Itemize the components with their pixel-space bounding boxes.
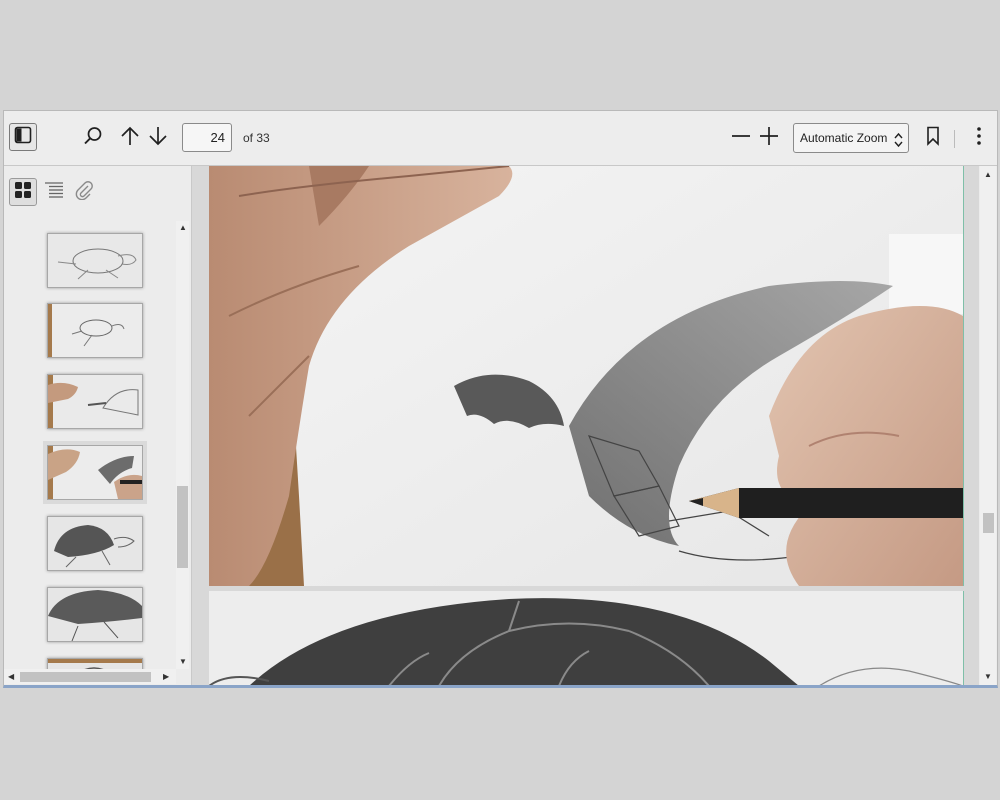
zoom-in-button[interactable] [754, 123, 784, 153]
page-image-flipper-drawing [209, 166, 963, 586]
sidebar-hscroll-thumb[interactable] [20, 672, 151, 682]
arrow-down-icon [148, 125, 168, 152]
scroll-up-arrow-icon[interactable]: ▲ [179, 223, 187, 232]
main-scroll-up-arrow-icon[interactable]: ▲ [984, 170, 992, 179]
thumbnail-page-23[interactable] [43, 441, 147, 504]
document-viewer [192, 166, 979, 685]
sidebar-toggle-button[interactable] [9, 123, 37, 151]
bookmark-icon [926, 126, 940, 151]
thumbnail-page-20[interactable] [47, 233, 143, 288]
sidebar-scroll-thumb[interactable] [177, 486, 188, 568]
thumbnails-icon [14, 181, 32, 204]
page-count-label: of 33 [243, 131, 270, 145]
arrow-up-icon [120, 125, 140, 152]
main-scroll-down-arrow-icon[interactable]: ▼ [984, 672, 992, 681]
toolbar: 24 of 33 Automatic Zoom [4, 111, 997, 166]
sidebar-horizontal-scrollbar[interactable]: ◀ ▶ [4, 669, 176, 684]
document-scroll-thumb[interactable] [983, 513, 994, 533]
thumbnail-list [4, 221, 176, 669]
more-vertical-icon [976, 126, 982, 151]
outline-icon [44, 181, 64, 204]
search-icon [83, 126, 103, 151]
thumbnail-page-21[interactable] [47, 303, 143, 358]
tab-outline[interactable] [40, 178, 68, 206]
next-page-button[interactable] [143, 123, 173, 153]
scroll-right-arrow-icon[interactable]: ▶ [163, 672, 169, 681]
scroll-down-arrow-icon[interactable]: ▼ [179, 657, 187, 666]
pdf-viewer-window: 24 of 33 Automatic Zoom ▲ ▼ ◀ ▶ ▲ ▼ [3, 110, 998, 688]
page-image-turtle-shell [209, 591, 963, 685]
chevron-up-down-icon [894, 130, 903, 148]
document-page-23 [209, 166, 964, 586]
zoom-select-label: Automatic Zoom [800, 131, 888, 145]
document-page-24 [209, 591, 964, 685]
zoom-out-icon [731, 126, 751, 151]
sidebar: ▲ ▼ ◀ ▶ [4, 166, 192, 685]
document-vertical-scrollbar[interactable]: ▲ ▼ [980, 166, 996, 685]
bookmark-button[interactable] [918, 123, 948, 153]
toolbar-separator [954, 130, 955, 148]
zoom-out-button[interactable] [726, 123, 756, 153]
attachments-icon [74, 180, 94, 205]
sidebar-tabs [9, 178, 99, 206]
page-number-input[interactable]: 24 [182, 123, 232, 152]
tab-attachments[interactable] [70, 178, 98, 206]
sidebar-vertical-scrollbar[interactable]: ▲ ▼ [176, 221, 189, 669]
tab-thumbnails[interactable] [9, 178, 37, 206]
thumbnail-page-25[interactable] [47, 587, 143, 642]
previous-page-button[interactable] [115, 123, 145, 153]
zoom-in-icon [759, 126, 779, 151]
thumbnail-page-26[interactable] [47, 658, 143, 669]
sidebar-toggle-icon [14, 126, 32, 149]
zoom-select[interactable]: Automatic Zoom [793, 123, 909, 153]
search-button[interactable] [78, 123, 108, 153]
thumbnail-page-22[interactable] [47, 374, 143, 429]
scroll-left-arrow-icon[interactable]: ◀ [8, 672, 14, 681]
more-options-button[interactable] [964, 123, 994, 153]
thumbnail-page-24[interactable] [47, 516, 143, 571]
